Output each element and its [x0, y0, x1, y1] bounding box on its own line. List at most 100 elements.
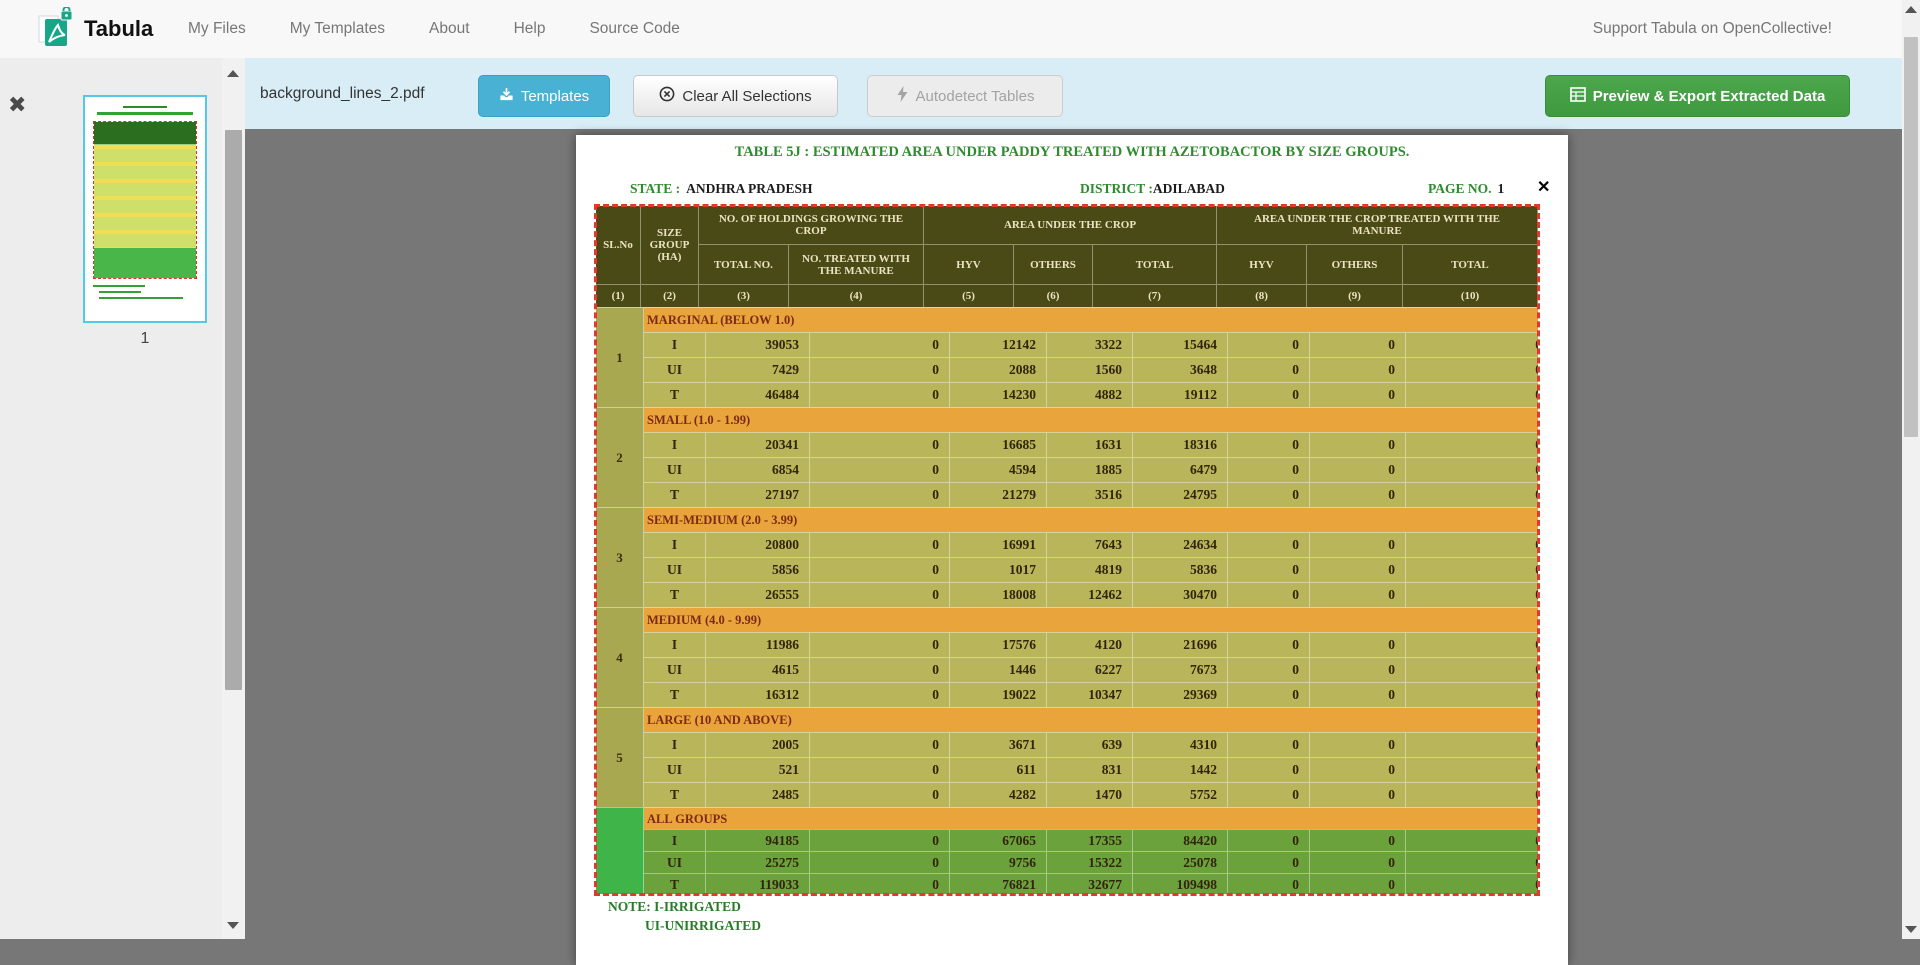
nav-item-about[interactable]: About [429, 20, 470, 38]
row-value: 0 [1310, 874, 1406, 894]
header-colnum: (3) [699, 285, 789, 307]
row-value: 27197 [706, 483, 810, 507]
page-scroll-up-icon[interactable] [1905, 6, 1917, 13]
row-value: 0 [1310, 333, 1406, 357]
page-thumbnail[interactable] [83, 95, 207, 323]
navbar: Tabula My Files My Templates About Help … [0, 0, 1920, 59]
export-table-icon [1570, 87, 1586, 106]
row-value: 0 [1411, 383, 1538, 407]
nav-item-my-files[interactable]: My Files [188, 20, 246, 38]
row-value: 0 [1310, 558, 1406, 582]
table-section: 2SMALL (1.0 - 1.99)I20341016685163118316… [596, 407, 1538, 507]
row-value: 0 [1310, 533, 1406, 557]
header-colnum: (9) [1307, 285, 1403, 307]
thumb-title-line [123, 106, 167, 108]
section-band: ALL GROUPS [644, 807, 1538, 829]
row-value: 20341 [706, 433, 810, 457]
nav-item-my-templates[interactable]: My Templates [290, 20, 385, 38]
row-value: 0 [810, 758, 950, 782]
row-value: 639 [1047, 733, 1133, 757]
row-label: UI [644, 458, 706, 482]
nav-item-help[interactable]: Help [514, 20, 546, 38]
thumb-mini-table [93, 121, 197, 279]
row-value: 0 [810, 830, 950, 851]
section-band: LARGE (10 AND ABOVE) [644, 707, 1538, 732]
row-value: 0 [1411, 483, 1538, 507]
table-row: T27197021279351624795000 [644, 482, 1538, 507]
row-value: 0 [810, 633, 950, 657]
row-value: 0 [1310, 783, 1406, 807]
thumb-table-header [94, 122, 196, 145]
row-value: 16685 [950, 433, 1047, 457]
page-scroll-down-icon[interactable] [1905, 926, 1917, 933]
row-label: T [644, 874, 706, 894]
header-size-group: SIZE GROUP (HA) [641, 206, 699, 284]
row-value: 0 [1310, 733, 1406, 757]
sidebar-scrollbar[interactable] [222, 58, 245, 939]
row-value: 3648 [1133, 358, 1228, 382]
row-value: 4882 [1047, 383, 1133, 407]
row-value: 0 [810, 683, 950, 707]
row-value: 0 [1228, 830, 1310, 851]
thumb-table-body [94, 145, 196, 248]
row-value: 0 [1310, 683, 1406, 707]
row-value: 7673 [1133, 658, 1228, 682]
autodetect-tables-button[interactable]: Autodetect Tables [867, 75, 1063, 117]
row-value: 0 [1411, 658, 1538, 682]
row-value: 5856 [706, 558, 810, 582]
page-scrollbar[interactable] [1902, 0, 1920, 939]
row-label: T [644, 783, 706, 807]
row-value: 0 [1228, 874, 1310, 894]
table-row: I11986017576412021696000 [644, 632, 1538, 657]
support-link[interactable]: Support Tabula on OpenCollective! [1593, 0, 1832, 58]
row-value: 1446 [950, 658, 1047, 682]
section-slno: 4 [596, 607, 644, 707]
clear-all-selections-button[interactable]: Clear All Selections [633, 75, 838, 117]
row-value: 0 [810, 558, 950, 582]
header-group-label: NO. OF HOLDINGS GROWING THE CROP [699, 206, 924, 245]
selection-close-icon[interactable]: ✕ [1537, 177, 1550, 197]
row-value: 12142 [950, 333, 1047, 357]
row-value: 15464 [1133, 333, 1228, 357]
header-subrow: HYVOTHERSTOTAL [1217, 245, 1538, 284]
row-label: I [644, 433, 706, 457]
header-colnum: (5) [924, 285, 1014, 307]
row-value: 16991 [950, 533, 1047, 557]
page-scrollbar-thumb[interactable] [1904, 37, 1918, 437]
row-label: T [644, 683, 706, 707]
section-slno: 3 [596, 507, 644, 607]
row-value: 0 [810, 583, 950, 607]
row-value: 5836 [1133, 558, 1228, 582]
table-row: I941850670651735584420000 [644, 829, 1538, 851]
remove-page-icon[interactable]: ✖ [8, 94, 26, 116]
templates-button-label: Templates [521, 88, 589, 105]
row-value: 0 [810, 733, 950, 757]
row-value: 0 [810, 458, 950, 482]
autodetect-button-label: Autodetect Tables [916, 88, 1035, 105]
preview-export-button[interactable]: Preview & Export Extracted Data [1545, 75, 1850, 117]
row-value: 29369 [1133, 683, 1228, 707]
row-value: 1017 [950, 558, 1047, 582]
templates-button[interactable]: Templates [478, 75, 610, 117]
thumbnail-page-number: 1 [83, 330, 207, 348]
row-value: 7643 [1047, 533, 1133, 557]
header-subcol: TOTAL NO. [699, 245, 789, 284]
row-label: I [644, 533, 706, 557]
row-value: 0 [1228, 683, 1310, 707]
sidebar-scroll-down-icon[interactable] [227, 922, 239, 929]
tabula-brand[interactable]: Tabula [38, 8, 153, 50]
table-row: I39053012142332215464000 [644, 332, 1538, 357]
header-subrow: HYVOTHERSTOTAL [924, 245, 1217, 284]
sidebar-scroll-up-icon[interactable] [227, 70, 239, 77]
pdf-page[interactable]: TABLE 5J : ESTIMATED AREA UNDER PADDY TR… [576, 135, 1568, 965]
row-value: 1470 [1047, 783, 1133, 807]
row-value: 4310 [1133, 733, 1228, 757]
nav-item-source-code[interactable]: Source Code [589, 20, 679, 38]
sidebar-scrollbar-thumb[interactable] [225, 130, 242, 690]
row-value: 0 [1310, 383, 1406, 407]
row-value: 76821 [950, 874, 1047, 894]
row-value: 6479 [1133, 458, 1228, 482]
table-selection-box[interactable]: SL.NoSIZE GROUP (HA)NO. OF HOLDINGS GROW… [596, 206, 1538, 894]
state-text: STATE :ANDHRA PRADESH [630, 181, 813, 197]
row-value: 0 [1411, 783, 1538, 807]
